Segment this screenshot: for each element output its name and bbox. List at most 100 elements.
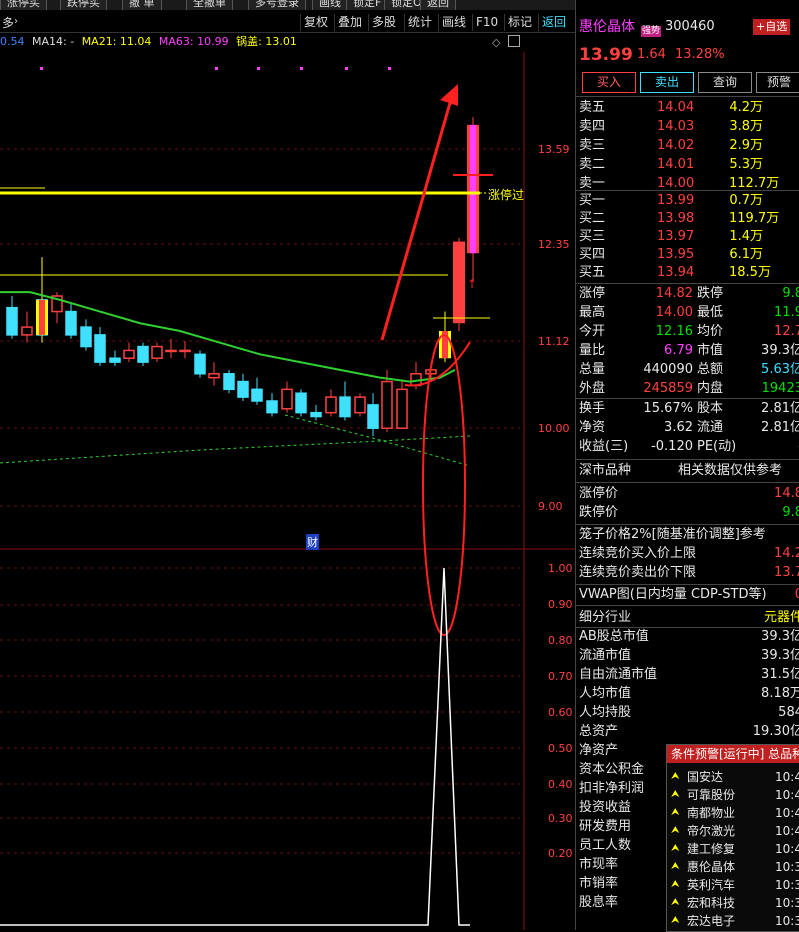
candle-body (281, 388, 293, 410)
limit-row: 涨停价 14.8 (579, 485, 799, 503)
buy-order-row[interactable]: 买四 13.95 6.1万 (579, 246, 799, 264)
menu-item-2[interactable]: 多股 (368, 14, 399, 31)
stat-row: 量比 6.79 市值 39.3亿 (579, 342, 799, 360)
alert-item[interactable]: ⮝ 宏达电子 10:3 (667, 912, 799, 930)
info-value: 31.5亿 (761, 667, 799, 682)
alert-item[interactable]: ⮝ 帝尔激光 10:4 (667, 822, 799, 840)
indicator-axis-label: 0.80 (548, 634, 573, 647)
toolbar-button-8[interactable]: 返回 (420, 0, 456, 10)
menu-item-4[interactable]: 画线 (438, 14, 469, 31)
up-arrow-icon: ⮝ (671, 825, 680, 836)
stat-label: 均价 (697, 324, 724, 339)
info-label: 人均持股 (579, 705, 632, 720)
alert-item[interactable]: ⮝ 国安达 10:4 (667, 768, 799, 786)
menu-item-5[interactable]: F10 (472, 14, 501, 31)
stat-label: 涨停 (579, 286, 606, 301)
stat-label: 外盘 (579, 381, 606, 396)
menu-item-7[interactable]: 返回 (538, 14, 569, 31)
stat-row: 涨停 14.82 跌停 9.8 (579, 285, 799, 303)
signal-dot (215, 67, 218, 70)
info-label: 总资产 (579, 724, 619, 739)
fundamental-row: 流通市值 39.3亿 (579, 647, 799, 665)
info-value: 13.7 (774, 565, 799, 580)
limit-row: 跌停价 9.8 (579, 504, 799, 522)
menu-item-1[interactable]: 叠加 (334, 14, 365, 31)
cage-row: 连续竞价买入价上限 14.2 (579, 545, 799, 563)
sell-order-row[interactable]: 卖四 14.03 3.8万 (579, 118, 799, 136)
candle-body (381, 380, 393, 429)
kline-chart[interactable]: ↑ (0, 52, 575, 930)
period-label[interactable]: 多 (2, 14, 14, 31)
candle-body (396, 388, 408, 429)
add-watchlist-button[interactable]: +自选 (753, 19, 791, 35)
finance-marker[interactable]: 财 (306, 534, 319, 550)
alert-item[interactable]: ⮝ 可靠股份 10:4 (667, 786, 799, 804)
alert-stock-name: 惠伦晶体 (687, 860, 736, 874)
order-price: 13.97 (657, 229, 695, 244)
order-price: 14.03 (657, 119, 695, 134)
stat-row: 换手 15.67% 股本 2.81亿 (579, 400, 799, 418)
query-button[interactable]: 查询 (698, 72, 752, 93)
alert-item[interactable]: ⮝ 英利汽车 10:3 (667, 876, 799, 894)
info-value: 0 (794, 587, 799, 602)
candle-body (367, 404, 379, 429)
candle-body (223, 373, 235, 391)
info-label: 扣非净利润 (579, 781, 645, 796)
toolbar-button-5[interactable]: 画线 (312, 0, 348, 10)
stat-row: 收益(三)-0.120PE(动)- (579, 438, 799, 456)
info-label: 市销率 (579, 876, 619, 891)
up-arrow-icon: ⮝ (671, 861, 680, 872)
alert-item[interactable]: ⮝ 惠伦晶体 10:3 (667, 858, 799, 876)
buy-button[interactable]: 买入 (582, 72, 636, 93)
menu-item-3[interactable]: 统计 (404, 14, 435, 31)
toolbar-button-2[interactable]: 撤 单 (122, 0, 162, 10)
diamond-icon[interactable]: ◇ (492, 36, 500, 49)
order-volume: 2.9万 (729, 138, 763, 153)
candle-body (179, 349, 191, 353)
toolbar-button-6[interactable]: 锁定F (346, 0, 389, 10)
candle-body (6, 306, 18, 336)
sell-order-row[interactable]: 卖三 14.02 2.9万 (579, 137, 799, 155)
stat-row: 净资 3.62 流通 2.81亿 (579, 419, 799, 437)
stat-label: 股本 (697, 401, 724, 416)
alert-item[interactable]: ⮝ 建工修复 10:4 (667, 840, 799, 858)
stat-label: 总额 (697, 362, 724, 377)
alert-item[interactable]: ⮝ 南都物业 10:4 (667, 804, 799, 822)
toolbar-button-0[interactable]: 涨停买 (0, 0, 47, 10)
info-label: 跌停价 (579, 505, 619, 520)
toolbar-button-4[interactable]: 多号登录 (248, 0, 306, 10)
fundamental-row: 总资产 19.30亿 (579, 723, 799, 741)
buy-order-row[interactable]: 买一 13.99 0.7万 (579, 192, 799, 210)
buy-order-row[interactable]: 买五 13.94 18.5万 (579, 264, 799, 282)
candle-body (339, 396, 351, 418)
order-label: 卖五 (579, 100, 606, 115)
chevron-right-icon[interactable]: › (14, 16, 18, 27)
vwap-row: VWAP图(日内均量 CDP-STD等) 0 (579, 586, 799, 604)
alert-stock-name: 帝尔激光 (687, 824, 736, 838)
menu-item-0[interactable]: 复权 (300, 14, 331, 31)
indicator-axis-label: 0.70 (548, 670, 573, 683)
menu-item-6[interactable]: 标记 (504, 14, 535, 31)
alert-item[interactable]: ⮝ 宏和科技 10:3 (667, 894, 799, 912)
up-arrow-icon: ⮝ (671, 771, 680, 782)
window-icon[interactable] (508, 35, 520, 47)
limit-candle-core (470, 124, 476, 254)
info-label: 连续竞价买入价上限 (579, 546, 697, 561)
alert-button[interactable]: 预警 (756, 72, 799, 93)
sell-order-row[interactable]: 卖二 14.01 5.3万 (579, 156, 799, 174)
alert-panel-title[interactable]: 条件预警[运行中] 总品种 (667, 745, 799, 763)
toolbar-button-1[interactable]: 跌停买 (60, 0, 107, 10)
stat-value: 19423 (761, 381, 799, 396)
divider (576, 190, 799, 191)
order-label: 买三 (579, 229, 606, 244)
buy-order-row[interactable]: 买二 13.98 119.7万 (579, 210, 799, 228)
candle-body (151, 345, 163, 359)
toolbar-button-3[interactable]: 全撤单 (186, 0, 233, 10)
sell-order-row[interactable]: 卖五 14.04 4.2万 (579, 99, 799, 117)
fundamental-row: 人均市值 8.18万 (579, 685, 799, 703)
buy-order-row[interactable]: 买三 13.97 1.4万 (579, 228, 799, 246)
alert-time: 10:4 (775, 788, 799, 802)
order-price: 13.98 (657, 211, 695, 226)
sell-button[interactable]: 卖出 (640, 72, 694, 93)
divider (576, 398, 799, 399)
